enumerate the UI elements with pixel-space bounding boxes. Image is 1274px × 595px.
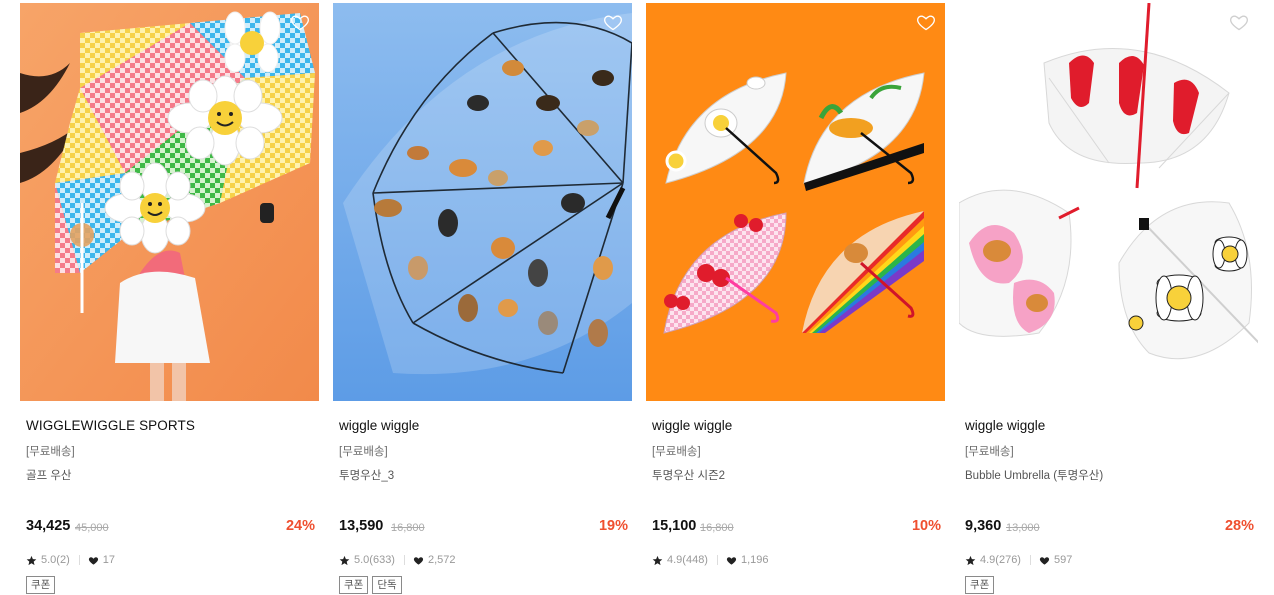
- badge-list: 쿠폰: [26, 576, 56, 594]
- product-brand[interactable]: wiggle wiggle: [965, 418, 1045, 433]
- product-image[interactable]: [959, 3, 1258, 401]
- product-card[interactable]: WIGGLEWIGGLE SPORTS [무료배송] 골프 우산 34,425 …: [20, 3, 319, 595]
- heart-filled-icon: [88, 555, 99, 566]
- badge-list: 쿠폰 단독: [339, 576, 402, 594]
- star-icon: [339, 555, 350, 566]
- heart-filled-icon: [1039, 555, 1050, 566]
- product-grid: WIGGLEWIGGLE SPORTS [무료배송] 골프 우산 34,425 …: [20, 3, 1260, 595]
- rating: 4.9(448): [667, 554, 708, 566]
- free-shipping-tag: [무료배송]: [965, 446, 1014, 458]
- product-card[interactable]: wiggle wiggle [무료배송] 투명우산_3 13,590 16,80…: [333, 3, 632, 595]
- product-meta: 4.9(448) 1,196: [652, 553, 769, 567]
- sale-price: 9,360: [965, 518, 1002, 534]
- product-brand[interactable]: wiggle wiggle: [652, 418, 732, 433]
- divider: [716, 555, 718, 565]
- like-count: 1,196: [740, 554, 769, 566]
- product-card[interactable]: wiggle wiggle [무료배송] Bubble Umbrella (투명…: [959, 3, 1258, 595]
- sale-price: 15,100: [652, 518, 697, 534]
- wishlist-heart-icon[interactable]: [603, 12, 623, 32]
- product-name[interactable]: Bubble Umbrella (투명우산): [965, 467, 1103, 483]
- product-name[interactable]: 투명우산_3: [339, 467, 394, 483]
- rating: 4.9(276): [980, 554, 1021, 566]
- product-card[interactable]: wiggle wiggle [무료배송] 투명우산 시즌2 15,100 16,…: [646, 3, 945, 595]
- coupon-badge: 쿠폰: [339, 576, 369, 594]
- product-brand[interactable]: wiggle wiggle: [339, 418, 419, 433]
- star-icon: [965, 555, 976, 566]
- heart-filled-icon: [726, 555, 737, 566]
- discount-rate: 19%: [598, 518, 628, 534]
- like-count: 597: [1053, 554, 1073, 566]
- exclusive-badge: 단독: [372, 576, 402, 594]
- wishlist-heart-icon[interactable]: [1229, 12, 1249, 32]
- original-price: 16,800: [700, 522, 734, 534]
- badge-list: 쿠폰: [965, 576, 995, 594]
- rating: 5.0(633): [354, 554, 395, 566]
- wishlist-heart-icon[interactable]: [290, 12, 310, 32]
- sale-price: 13,590: [339, 518, 384, 534]
- original-price: 13,000: [1006, 522, 1040, 534]
- original-price: 16,800: [391, 522, 425, 534]
- product-meta: 5.0(633) 2,572: [339, 553, 456, 567]
- free-shipping-tag: [무료배송]: [26, 446, 75, 458]
- like-count: 2,572: [427, 554, 456, 566]
- discount-rate: 28%: [1224, 518, 1254, 534]
- discount-rate: 10%: [911, 518, 941, 534]
- free-shipping-tag: [무료배송]: [339, 446, 388, 458]
- rating: 5.0(2): [41, 554, 70, 566]
- divider: [78, 555, 80, 565]
- product-brand[interactable]: WIGGLEWIGGLE SPORTS: [26, 418, 195, 433]
- product-image[interactable]: [333, 3, 632, 401]
- discount-rate: 24%: [285, 518, 315, 534]
- product-name[interactable]: 골프 우산: [26, 467, 72, 483]
- star-icon: [652, 555, 663, 566]
- sale-price: 34,425: [26, 518, 71, 534]
- coupon-badge: 쿠폰: [26, 576, 56, 594]
- wishlist-heart-icon[interactable]: [916, 12, 936, 32]
- coupon-badge: 쿠폰: [965, 576, 995, 594]
- product-meta: 5.0(2) 17: [26, 553, 115, 567]
- original-price: 45,000: [75, 522, 109, 534]
- product-meta: 4.9(276) 597: [965, 553, 1072, 567]
- star-icon: [26, 555, 37, 566]
- free-shipping-tag: [무료배송]: [652, 446, 701, 458]
- product-image[interactable]: [646, 3, 945, 401]
- divider: [403, 555, 405, 565]
- heart-filled-icon: [413, 555, 424, 566]
- divider: [1029, 555, 1031, 565]
- product-image[interactable]: [20, 3, 319, 401]
- like-count: 17: [102, 554, 115, 566]
- product-name[interactable]: 투명우산 시즌2: [652, 467, 725, 483]
